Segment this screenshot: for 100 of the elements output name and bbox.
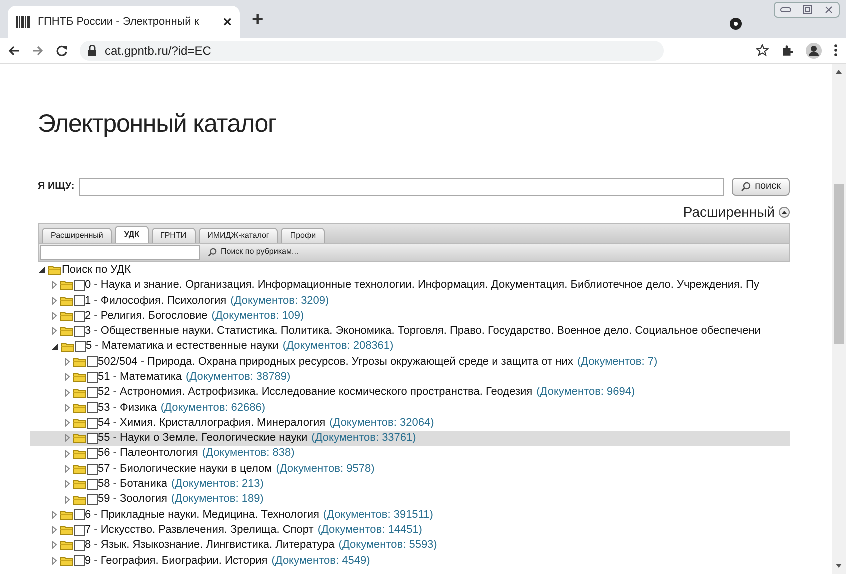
document-count-link[interactable]: (Документов: 62686): [160, 400, 266, 416]
tree-item-label[interactable]: 54 - Химия. Кристаллография. Минералогия: [98, 414, 326, 432]
window-controls[interactable]: [774, 2, 840, 18]
tree-item-label[interactable]: 8 - Язык. Языкознание. Лингвистика. Литература: [85, 537, 335, 554]
expanded-arrow-icon[interactable]: [39, 267, 45, 274]
checkbox[interactable]: [74, 524, 85, 536]
tree-item-label[interactable]: 5 - Математика и естественные науки: [86, 338, 279, 355]
tree-item-label[interactable]: 0 - Наука и знание. Организация. Информационные технологии. Информация. Документация. Библиотечное дело. Учреждения. Пу: [85, 277, 760, 294]
search-field[interactable]: [78, 178, 724, 196]
checkbox[interactable]: [87, 478, 98, 490]
checkbox[interactable]: [87, 402, 98, 414]
collapsed-arrow-icon[interactable]: [52, 327, 57, 336]
tree-item-label[interactable]: 6 - Прикладные науки. Медицина. Технология: [85, 506, 320, 524]
document-count-link[interactable]: (Документов: 9694): [536, 384, 636, 401]
checkbox[interactable]: [74, 509, 85, 520]
close-icon[interactable]: [824, 5, 834, 15]
document-count-link[interactable]: (Документов: 189): [171, 491, 264, 508]
checkbox[interactable]: [87, 464, 98, 474]
checkbox[interactable]: [87, 494, 98, 506]
tree-item-label[interactable]: 51 - Математика: [98, 368, 182, 386]
catalog-tab[interactable]: Расширенный: [42, 228, 112, 242]
document-count-link[interactable]: (Документов: 32064): [330, 414, 434, 432]
scrollbar[interactable]: [832, 64, 846, 574]
tree-item-label[interactable]: 55 - Науки о Земле. Геологические науки: [98, 430, 308, 447]
collapsed-arrow-icon[interactable]: [65, 388, 70, 397]
document-count-link[interactable]: (Документов: 3209): [230, 292, 330, 309]
checkbox[interactable]: [87, 418, 98, 429]
catalog-tab[interactable]: ГРНТИ: [152, 228, 196, 242]
checkbox[interactable]: [74, 310, 85, 322]
tree-item-label[interactable]: 502/504 - Природа. Охрана природных ресурсов. Угрозы окружающей среде и защита от них: [98, 354, 574, 370]
scrollbar-thumb[interactable]: [834, 184, 844, 344]
collapsed-arrow-icon[interactable]: [65, 419, 70, 428]
back-icon[interactable]: [8, 44, 20, 56]
selected-row-highlight[interactable]: 55 - Науки о Земле. Геологические науки (Документов: 33761): [30, 430, 790, 446]
collapsed-arrow-icon[interactable]: [52, 312, 57, 320]
checkbox[interactable]: [87, 387, 98, 398]
rubric-search-button[interactable]: Поиск по рубрикам...: [208, 246, 299, 258]
expanded-arrow-icon[interactable]: [52, 344, 58, 350]
tree-item-label[interactable]: 2 - Религия. Богословие: [85, 308, 208, 324]
more-icon[interactable]: [834, 44, 838, 57]
collapsed-arrow-icon[interactable]: [52, 541, 57, 550]
checkbox[interactable]: [74, 326, 85, 337]
document-count-link[interactable]: (Документов: 391511): [323, 506, 434, 524]
catalog-tab[interactable]: УДК: [115, 226, 149, 242]
tree-item-label[interactable]: 59 - Зоология: [98, 491, 168, 508]
collapsed-arrow-icon[interactable]: [65, 434, 70, 442]
checkbox[interactable]: [74, 540, 85, 551]
scroll-down-icon[interactable]: [835, 562, 843, 570]
minimize-icon[interactable]: [780, 6, 792, 14]
search-button[interactable]: поиск: [732, 178, 790, 196]
reload-icon[interactable]: [56, 44, 68, 56]
collapsed-arrow-icon[interactable]: [65, 496, 70, 504]
tree-item-label[interactable]: 56 - Палеонтология: [98, 445, 198, 462]
catalog-tab[interactable]: ИМИДЖ-каталог: [198, 228, 278, 242]
checkbox[interactable]: [87, 372, 98, 383]
tree-item-label[interactable]: 7 - Искусство. Развлечения. Зрелища. Спорт: [85, 522, 314, 538]
collapsed-arrow-icon[interactable]: [65, 404, 70, 412]
profile-icon[interactable]: [806, 42, 822, 58]
address-bar[interactable]: cat.gpntb.ru/?id=EC: [80, 40, 664, 60]
checkbox[interactable]: [87, 356, 98, 368]
tree-item-label[interactable]: 52 - Астрономия. Астрофизика. Исследование космического пространства. Геодезия: [98, 384, 533, 401]
tree-item-label[interactable]: 57 - Биологические науки в целом: [98, 460, 272, 478]
document-count-link[interactable]: (Документов: 9578): [276, 460, 375, 478]
browser-tab[interactable]: ГПНТБ России - Электронный к ×: [8, 6, 240, 38]
collapsed-arrow-icon[interactable]: [52, 281, 57, 290]
document-count-link[interactable]: (Документов: 4549): [272, 552, 370, 570]
collapsed-arrow-icon[interactable]: [52, 526, 57, 534]
document-count-link[interactable]: (Документов: 7): [577, 354, 658, 370]
document-count-link[interactable]: (Документов: 838): [202, 445, 295, 462]
checkbox[interactable]: [74, 295, 85, 306]
record-icon[interactable]: [730, 18, 742, 30]
forward-icon[interactable]: [32, 44, 44, 56]
checkbox[interactable]: [74, 280, 85, 291]
document-count-link[interactable]: (Документов: 14451): [318, 522, 422, 538]
advanced-toggle[interactable]: Расширенный: [683, 202, 790, 222]
collapsed-arrow-icon[interactable]: [52, 556, 57, 565]
tree-item-label[interactable]: 3 - Общественные науки. Статистика. Политика. Экономика. Торговля. Право. Государство. Военное дело. Социальное обеспечени: [85, 323, 761, 340]
collapsed-arrow-icon[interactable]: [52, 296, 57, 305]
catalog-tab[interactable]: Профи: [281, 228, 326, 242]
tree-item-label[interactable]: 1 - Философия. Психология: [85, 292, 227, 309]
collapsed-arrow-icon[interactable]: [52, 510, 57, 519]
puzzle-icon[interactable]: [781, 44, 794, 57]
rubric-search-field[interactable]: [40, 244, 200, 260]
tree-item-label[interactable]: 53 - Физика: [98, 400, 157, 416]
collapsed-arrow-icon[interactable]: [65, 373, 70, 382]
document-count-link[interactable]: (Документов: 213): [172, 476, 264, 493]
document-count-link[interactable]: (Документов: 5593): [338, 537, 438, 554]
maximize-icon[interactable]: [802, 5, 813, 15]
checkbox[interactable]: [74, 555, 85, 566]
new-tab-button[interactable]: +: [252, 10, 264, 30]
document-count-link[interactable]: (Документов: 109): [212, 308, 304, 324]
document-count-link[interactable]: (Документов: 38789): [186, 368, 291, 386]
document-count-link[interactable]: (Документов: 33761): [312, 430, 416, 447]
tree-item-label[interactable]: 58 - Ботаника: [98, 476, 168, 493]
close-tab-button[interactable]: ×: [223, 14, 232, 30]
tree-item-label[interactable]: 9 - География. Биографии. История: [85, 552, 268, 570]
collapsed-arrow-icon[interactable]: [65, 358, 70, 366]
document-count-link[interactable]: (Документов: 208361): [282, 338, 394, 355]
collapsed-arrow-icon[interactable]: [65, 450, 70, 458]
checkbox[interactable]: [87, 432, 98, 444]
